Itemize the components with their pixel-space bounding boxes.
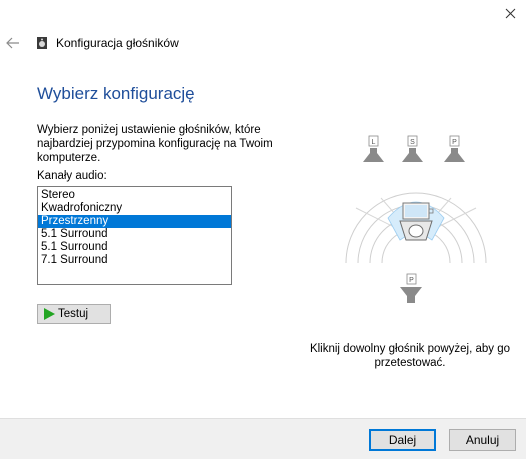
test-button-label: Testuj — [58, 308, 89, 320]
description-text: Wybierz poniżej ustawienie głośników, kt… — [37, 124, 273, 164]
rear-speaker[interactable]: P — [400, 273, 422, 303]
play-icon — [44, 308, 55, 320]
speaker-diagram: L S P P — [336, 128, 496, 318]
channel-option-7-1-surround[interactable]: 7.1 Surround — [38, 254, 231, 267]
channel-option-5-1-surround-alt[interactable]: 5.1 Surround — [38, 241, 231, 254]
hint-text: Kliknij dowolny głośnik powyżej, aby go … — [309, 343, 511, 369]
rear-label: P — [409, 277, 414, 284]
back-button[interactable] — [4, 33, 22, 53]
channel-option-5-1-surround[interactable]: 5.1 Surround — [38, 228, 231, 241]
footer-bar — [0, 418, 526, 459]
speaker-icon — [36, 36, 50, 50]
center-label: S — [410, 139, 415, 146]
front-left-speaker[interactable]: L — [363, 135, 384, 162]
next-button[interactable]: Dalej — [369, 429, 436, 451]
front-left-label: L — [372, 139, 376, 146]
audio-channels-list[interactable]: Stereo Kwadrofoniczny Przestrzenny 5.1 S… — [37, 186, 232, 285]
channel-option-surround[interactable]: Przestrzenny — [38, 215, 231, 228]
center-speaker[interactable]: S — [402, 135, 423, 162]
back-arrow-icon — [6, 37, 19, 49]
cancel-button[interactable]: Anuluj — [449, 429, 516, 451]
channel-option-stereo[interactable]: Stereo — [38, 189, 231, 202]
window-title: Konfiguracja głośników — [56, 36, 179, 50]
close-button[interactable] — [500, 4, 522, 24]
close-icon — [505, 8, 516, 19]
page-heading: Wybierz konfigurację — [37, 84, 195, 103]
channel-option-quadraphonic[interactable]: Kwadrofoniczny — [38, 202, 231, 215]
channels-label: Kanały audio: — [37, 170, 107, 182]
test-button[interactable]: Testuj — [37, 304, 111, 324]
front-right-label: P — [452, 139, 457, 146]
front-right-speaker[interactable]: P — [444, 135, 465, 162]
